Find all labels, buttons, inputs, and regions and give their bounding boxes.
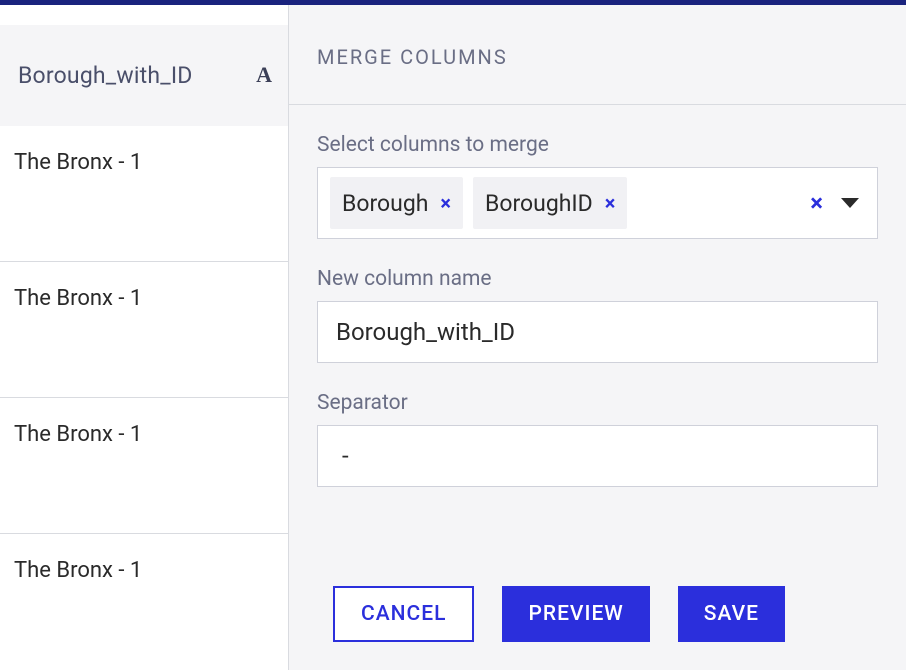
table-row: The Bronx - 1: [0, 262, 288, 398]
new-column-name-label: New column name: [317, 267, 878, 291]
text-type-icon: A: [256, 62, 272, 88]
chevron-down-icon[interactable]: [841, 198, 859, 208]
column-chip: Borough ×: [330, 177, 463, 229]
columns-multiselect[interactable]: Borough × BoroughID × ×: [317, 167, 878, 239]
panel-footer: CANCEL PREVIEW SAVE: [289, 558, 906, 670]
merge-columns-dialog: Borough_with_ID A The Bronx - 1 The Bron…: [0, 0, 906, 670]
save-button[interactable]: SAVE: [678, 586, 785, 642]
separator-input[interactable]: [317, 425, 878, 487]
column-header[interactable]: Borough_with_ID A: [0, 25, 288, 126]
remove-chip-icon[interactable]: ×: [440, 191, 451, 215]
preview-column: Borough_with_ID A The Bronx - 1 The Bron…: [0, 5, 289, 670]
separator-label: Separator: [317, 391, 878, 415]
column-chip-label: BoroughID: [485, 190, 593, 217]
table-row: The Bronx - 1: [0, 126, 288, 262]
select-columns-label: Select columns to merge: [317, 133, 878, 157]
cell-value: The Bronx - 1: [14, 150, 142, 175]
cell-value: The Bronx - 1: [14, 422, 142, 447]
preview-button[interactable]: PREVIEW: [502, 586, 649, 642]
table-row: The Bronx - 1: [0, 398, 288, 534]
panel-title: MERGE COLUMNS: [289, 5, 906, 105]
column-chip-label: Borough: [342, 190, 428, 217]
table-row: The Bronx - 1: [0, 534, 288, 670]
merge-panel: MERGE COLUMNS Select columns to merge Bo…: [289, 5, 906, 670]
cancel-button[interactable]: CANCEL: [333, 586, 474, 642]
column-header-name: Borough_with_ID: [18, 62, 193, 89]
column-chip: BoroughID ×: [473, 177, 627, 229]
remove-chip-icon[interactable]: ×: [605, 191, 616, 215]
panel-body: Select columns to merge Borough × Boroug…: [289, 105, 906, 558]
clear-all-icon[interactable]: ×: [810, 189, 823, 217]
new-column-name-input[interactable]: [317, 301, 878, 363]
cell-value: The Bronx - 1: [14, 286, 142, 311]
cell-value: The Bronx - 1: [14, 558, 142, 583]
multiselect-controls: ×: [810, 189, 865, 217]
